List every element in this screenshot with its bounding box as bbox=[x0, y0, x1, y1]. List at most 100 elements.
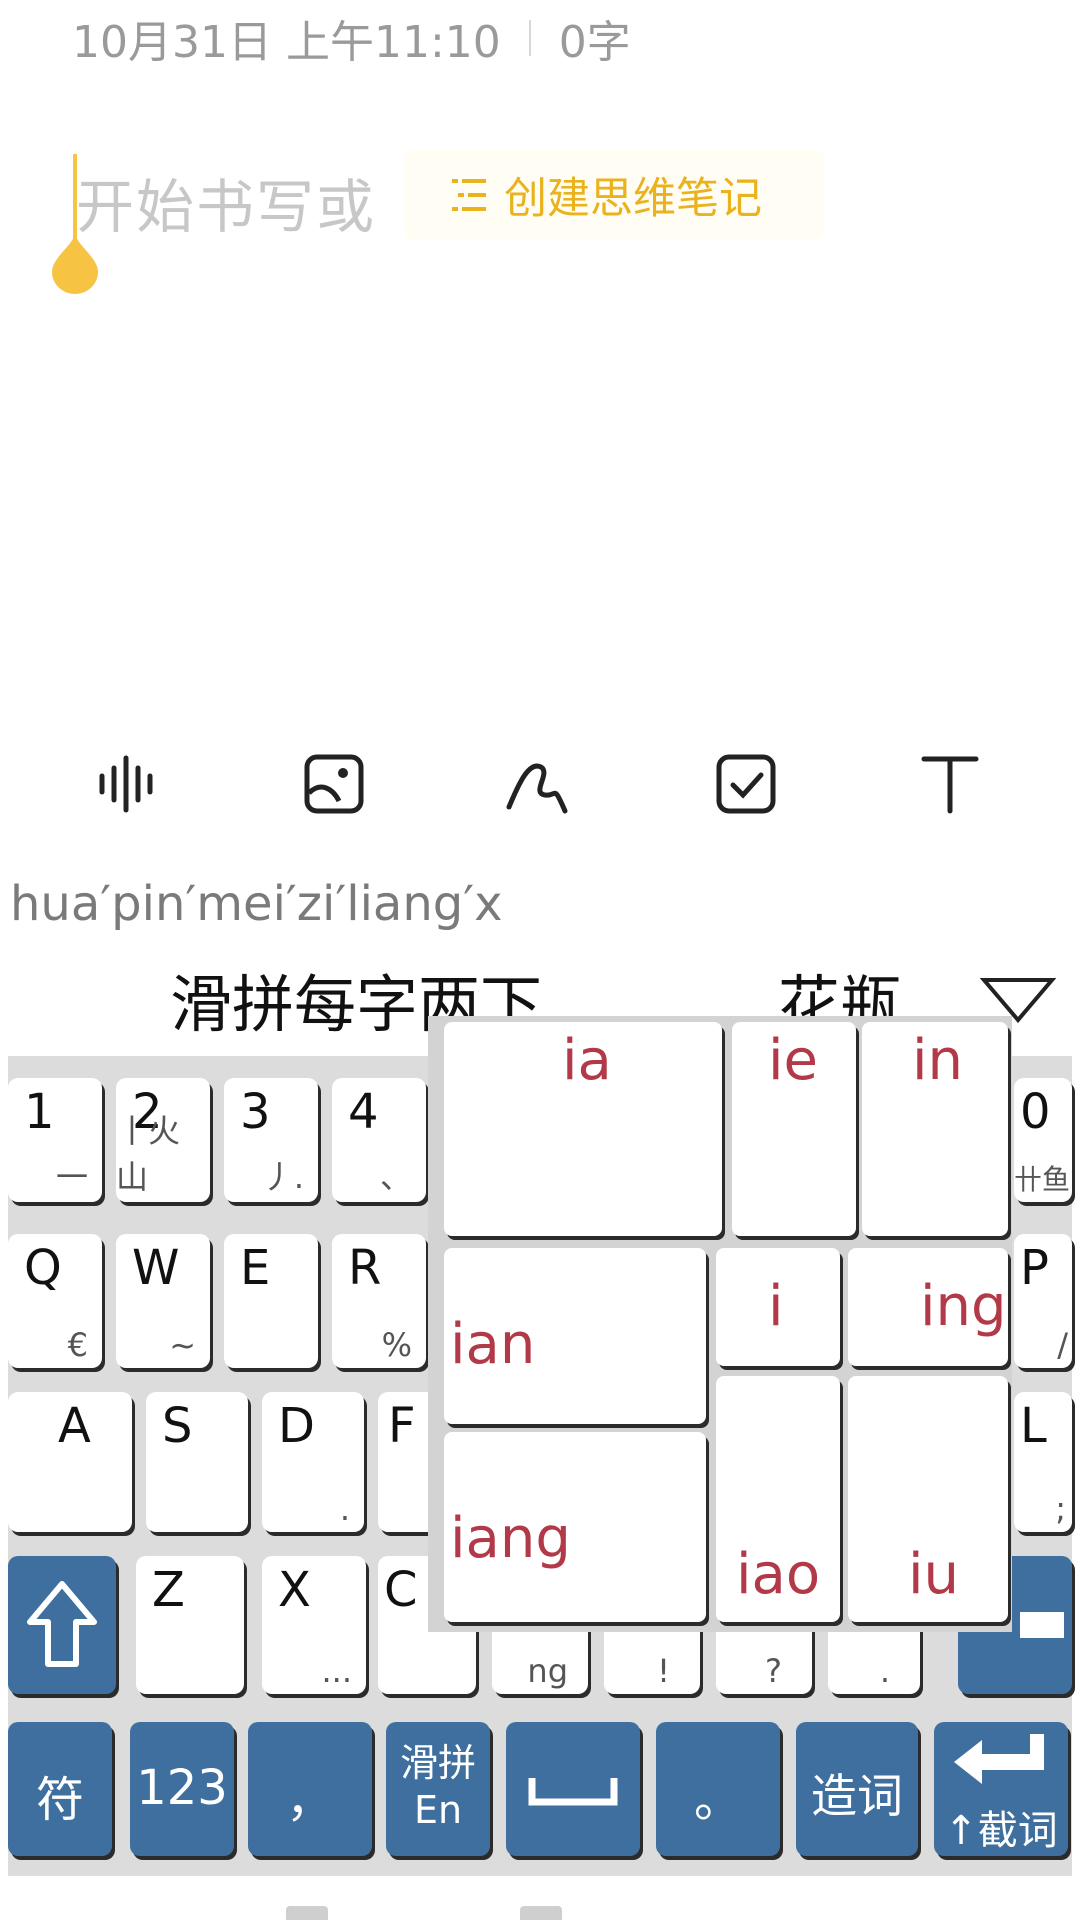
key-sub-label: ; bbox=[1055, 1490, 1066, 1528]
final-iu[interactable]: iu bbox=[848, 1376, 1008, 1622]
key-main-label: L bbox=[1020, 1398, 1047, 1454]
key-main-label: D bbox=[278, 1398, 315, 1454]
key-main-label: 4 bbox=[348, 1084, 379, 1140]
key-sub-label: 丨火山 bbox=[116, 1112, 181, 1196]
key-z[interactable]: Z bbox=[136, 1556, 244, 1694]
numbers-button[interactable]: 123 bbox=[130, 1722, 234, 1856]
key-main-label: P bbox=[1020, 1240, 1049, 1296]
nav-hint-right bbox=[520, 1906, 562, 1920]
space-button[interactable] bbox=[506, 1722, 640, 1856]
key-2[interactable]: 2 丨火山 bbox=[116, 1078, 210, 1202]
final-ian[interactable]: ian bbox=[444, 1248, 706, 1424]
handwriting-button[interactable] bbox=[492, 736, 588, 832]
key-label-top: 滑拼 bbox=[399, 1741, 476, 1785]
checklist-button[interactable] bbox=[698, 736, 794, 832]
shift-arrow-icon bbox=[27, 1581, 97, 1667]
key-main-label: X bbox=[278, 1562, 311, 1618]
key-main-label: S bbox=[162, 1398, 193, 1454]
key-label: ， bbox=[285, 1772, 334, 1828]
final-iao[interactable]: iao bbox=[716, 1376, 840, 1622]
key-sub-label: 一 bbox=[55, 1158, 88, 1196]
note-word-count: 0字 bbox=[558, 17, 631, 68]
key-sub-label: € bbox=[67, 1326, 88, 1364]
final-label: ian bbox=[450, 1312, 536, 1377]
image-icon bbox=[304, 754, 364, 814]
final-iang[interactable]: iang bbox=[444, 1432, 706, 1622]
key-w[interactable]: W ~ bbox=[116, 1234, 210, 1368]
key-label: 符 bbox=[35, 1772, 84, 1828]
final-label: ia bbox=[562, 1028, 612, 1093]
final-ia[interactable]: ia bbox=[444, 1022, 722, 1236]
key-main-label: 1 bbox=[24, 1084, 55, 1140]
text-format-icon bbox=[921, 756, 979, 814]
key-l[interactable]: L ; bbox=[1014, 1392, 1072, 1532]
key-sub-label: 丿. bbox=[261, 1158, 304, 1196]
key-q[interactable]: Q € bbox=[8, 1234, 102, 1368]
key-label: 造词 bbox=[811, 1769, 903, 1823]
voice-icon bbox=[99, 755, 153, 813]
key-1[interactable]: 1 一 bbox=[8, 1078, 102, 1202]
key-sub-label: ... bbox=[321, 1652, 352, 1690]
key-3[interactable]: 3 丿. bbox=[224, 1078, 318, 1202]
key-sub-label: . bbox=[339, 1490, 350, 1528]
note-body-placeholder[interactable]: 开始书写或 bbox=[76, 160, 376, 244]
create-mindmap-button[interactable]: 创建思维笔记 bbox=[404, 150, 824, 240]
enter-arrow-icon bbox=[954, 1734, 1044, 1784]
note-date-time: 10月31日 上午11:10 bbox=[72, 17, 501, 68]
final-i[interactable]: i bbox=[716, 1248, 840, 1366]
key-e[interactable]: E bbox=[224, 1234, 318, 1368]
mindmap-list-icon bbox=[452, 179, 486, 211]
key-d[interactable]: D . bbox=[262, 1392, 364, 1532]
key-sub-label: ~ bbox=[169, 1326, 196, 1364]
final-ing[interactable]: ing bbox=[848, 1248, 1008, 1366]
key-main-label: R bbox=[348, 1240, 382, 1296]
key-main-label: E bbox=[240, 1240, 271, 1296]
final-label: iu bbox=[908, 1542, 960, 1607]
period-button[interactable]: 。 bbox=[656, 1722, 780, 1856]
ime-composition: hua′pin′mei′zi′liang′x bbox=[10, 876, 503, 932]
final-in[interactable]: in bbox=[862, 1022, 1008, 1236]
final-label: in bbox=[912, 1028, 964, 1093]
key-4[interactable]: 4 、 bbox=[332, 1078, 426, 1202]
key-label: ↑截词 bbox=[944, 1808, 1058, 1854]
final-label: i bbox=[768, 1274, 784, 1339]
nav-hint-left bbox=[286, 1906, 328, 1920]
key-main-label: Z bbox=[152, 1562, 185, 1618]
key-a[interactable]: A bbox=[8, 1392, 132, 1532]
enter-button[interactable]: ↑截词 bbox=[934, 1722, 1068, 1856]
shift-button[interactable] bbox=[8, 1556, 116, 1694]
key-sub-label: . bbox=[879, 1652, 890, 1690]
space-bar-icon bbox=[528, 1778, 618, 1806]
key-sub-label: % bbox=[381, 1326, 412, 1364]
insert-image-button[interactable] bbox=[286, 736, 382, 832]
key-p[interactable]: P / bbox=[1014, 1234, 1072, 1368]
key-main-label: Q bbox=[24, 1240, 62, 1296]
swipe-mode-button[interactable]: 滑拼 En bbox=[386, 1722, 490, 1856]
meta-divider bbox=[528, 20, 531, 56]
comma-button[interactable]: ， bbox=[248, 1722, 372, 1856]
final-label: iang bbox=[450, 1506, 571, 1571]
backspace-icon bbox=[1020, 1612, 1064, 1638]
key-label: 。 bbox=[693, 1772, 742, 1828]
final-label: ing bbox=[920, 1274, 1007, 1339]
key-main-label: A bbox=[58, 1398, 91, 1454]
key-label-bottom: En bbox=[413, 1788, 463, 1832]
key-s[interactable]: S bbox=[146, 1392, 248, 1532]
key-x[interactable]: X ... bbox=[262, 1556, 366, 1694]
key-sub-label: ng bbox=[527, 1652, 568, 1690]
final-label: iao bbox=[736, 1542, 821, 1607]
key-sub-label: ! bbox=[657, 1652, 670, 1690]
final-ie[interactable]: ie bbox=[732, 1022, 856, 1236]
key-sub-label: 卄鱼 bbox=[1014, 1163, 1071, 1196]
symbols-button[interactable]: 符 bbox=[8, 1722, 112, 1856]
create-mindmap-label: 创建思维笔记 bbox=[504, 174, 762, 224]
make-word-button[interactable]: 造词 bbox=[796, 1722, 918, 1856]
text-format-button[interactable] bbox=[902, 736, 998, 832]
voice-button[interactable] bbox=[82, 736, 178, 832]
cursor-handle-icon[interactable] bbox=[52, 234, 98, 294]
key-main-label: F bbox=[388, 1398, 416, 1454]
checkbox-icon bbox=[716, 754, 776, 814]
key-sub-label: / bbox=[1057, 1326, 1068, 1364]
key-r[interactable]: R % bbox=[332, 1234, 426, 1368]
key-0[interactable]: 0 卄鱼 bbox=[1014, 1078, 1072, 1202]
